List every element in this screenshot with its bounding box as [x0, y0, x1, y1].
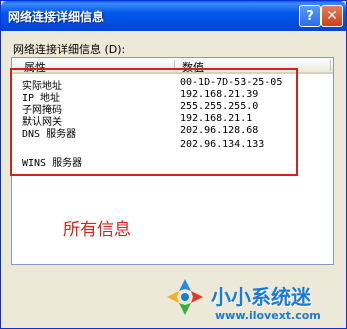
close-button[interactable]: ✕ [321, 5, 343, 27]
list-item[interactable]: IP 地址 192.168.21.39 [12, 89, 333, 104]
property-value: 00-1D-7D-53-25-05 [180, 77, 283, 88]
list-item[interactable]: 默认网关 192.168.21.1 [12, 113, 333, 128]
column-header-property[interactable]: 属性 [24, 59, 46, 75]
watermark-url: www.ilovext.com [215, 309, 321, 322]
site-logo-icon [167, 279, 203, 315]
property-value: 255.255.255.0 [180, 101, 259, 112]
close-icon: ✕ [326, 8, 338, 24]
property-value: 202.96.134.133 [180, 139, 265, 150]
property-name: DNS 服务器 [22, 129, 77, 140]
network-details-dialog: 网络连接详细信息 ? ✕ 网络连接详细信息 (D): 属性 数值 实际地址 00… [0, 0, 347, 329]
watermark-brand: 小小系统迷 [211, 285, 311, 309]
property-value: 192.168.21.39 [180, 89, 259, 100]
list-item[interactable]: 202.96.134.133 [12, 139, 333, 151]
column-separator[interactable] [174, 60, 175, 71]
column-header-value[interactable]: 数值 [182, 59, 204, 75]
list-item[interactable]: 实际地址 00-1D-7D-53-25-05 [12, 77, 333, 92]
list-item[interactable]: 子网掩码 255.255.255.0 [12, 101, 333, 116]
details-group-label: 网络连接详细信息 (D): [13, 43, 126, 56]
help-button[interactable]: ? [299, 5, 321, 27]
property-name: WINS 服务器 [22, 158, 83, 169]
annotation-label: 所有信息 [63, 220, 131, 240]
details-list[interactable]: 属性 数值 实际地址 00-1D-7D-53-25-05 IP 地址 192.1… [11, 57, 334, 265]
property-value: 192.168.21.1 [180, 113, 253, 124]
watermark: 小小系统迷 www.ilovext.com [151, 269, 346, 329]
list-item[interactable]: WINS 服务器 [12, 154, 333, 169]
list-item[interactable]: DNS 服务器 202.96.128.68 [12, 125, 333, 140]
window-title: 网络连接详细信息 [8, 10, 105, 24]
help-icon: ? [306, 8, 314, 24]
title-bar[interactable]: 网络连接详细信息 ? ✕ [1, 1, 346, 31]
property-value: 202.96.128.68 [180, 125, 259, 136]
list-header: 属性 数值 [12, 58, 333, 74]
column-separator[interactable] [330, 60, 331, 71]
